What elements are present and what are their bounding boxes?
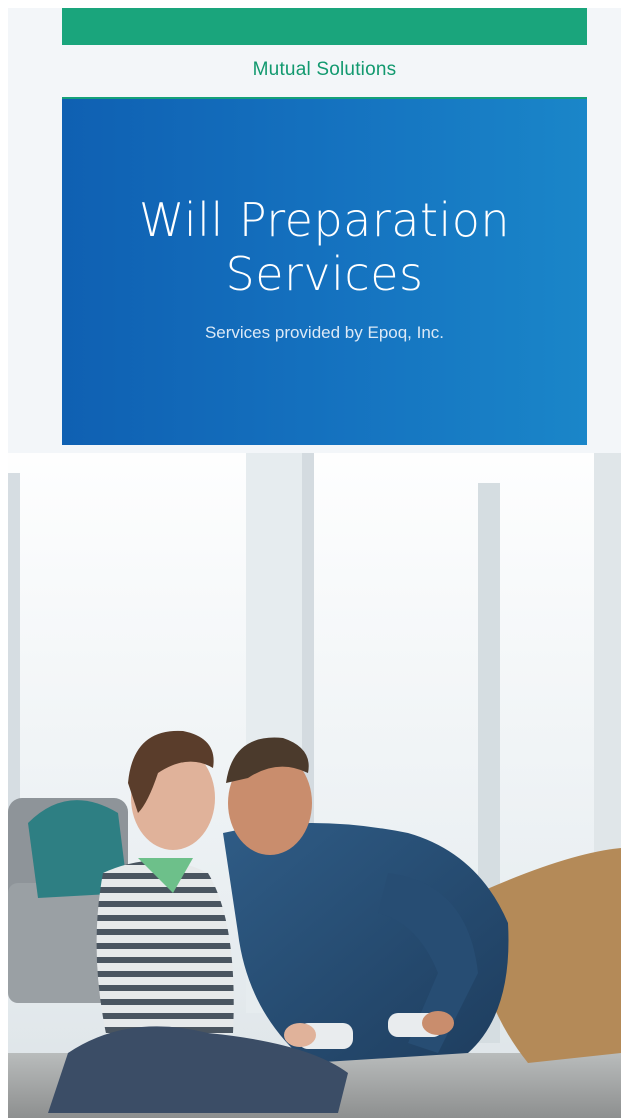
hero-title-line-1: Will Preparation — [138, 193, 511, 247]
hero-title: Will Preparation Services — [62, 193, 587, 301]
brochure-cover: Mutual Solutions Will Preparation Servic… — [8, 8, 621, 1118]
header-green-bar — [62, 8, 587, 45]
brand-name: Mutual Solutions — [252, 59, 397, 80]
hero-banner: Will Preparation Services Services provi… — [62, 97, 587, 445]
father-son-photo — [8, 453, 621, 1118]
hero-subtitle: Services provided by Epoq, Inc. — [204, 323, 445, 342]
hero-title-line-2: Services — [225, 247, 424, 301]
